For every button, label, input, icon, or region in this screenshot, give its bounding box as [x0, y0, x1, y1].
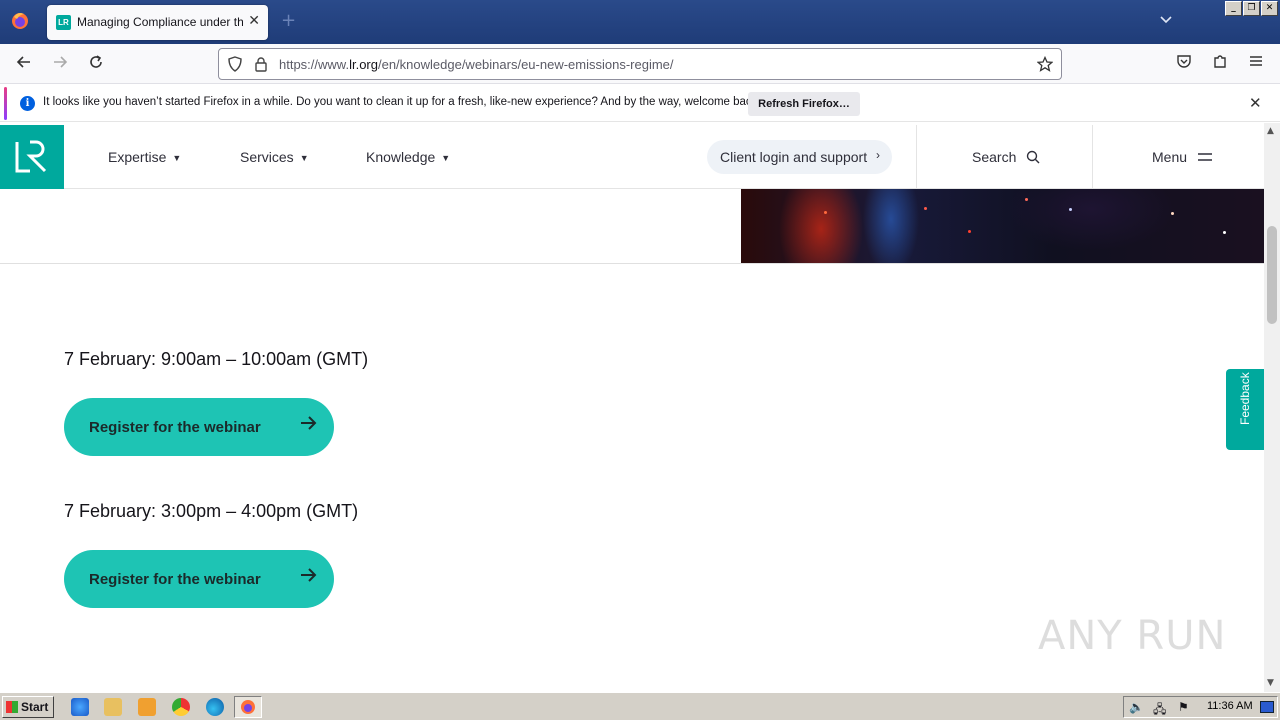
chevron-down-icon: ▼	[299, 153, 309, 163]
system-tray: 🔈 🖧 ⚑ 11:36 AM	[1123, 696, 1278, 718]
extensions-puzzle-icon[interactable]	[1209, 53, 1231, 75]
start-button[interactable]: Start	[2, 696, 54, 718]
file-explorer-icon[interactable]	[104, 698, 122, 716]
active-tab[interactable]: LR Managing Compliance under the EU New …	[47, 5, 268, 40]
feedback-tab[interactable]: Feedback	[1226, 369, 1264, 450]
menu-label: Menu	[1152, 149, 1188, 165]
nav-expertise[interactable]: Expertise ▼	[108, 149, 181, 165]
window-controls: _ ❐ ✕	[1225, 1, 1278, 16]
volume-icon[interactable]: 🔈	[1129, 700, 1144, 714]
header-divider	[1092, 125, 1093, 189]
scroll-up-icon[interactable]: ▲	[1267, 126, 1274, 136]
arrow-right-icon	[298, 413, 318, 439]
register-webinar-button[interactable]: Register for the webinar	[64, 550, 334, 608]
hero-band	[0, 189, 1264, 264]
show-desktop-icon[interactable]	[1260, 701, 1274, 713]
network-icon[interactable]: 🖧	[1153, 700, 1166, 720]
lr-logo[interactable]	[0, 125, 64, 189]
hero-spark	[824, 211, 827, 214]
notification-message: It looks like you haven’t started Firefo…	[43, 96, 761, 108]
firefox-taskbar-button[interactable]	[234, 696, 262, 718]
hero-spark	[1069, 208, 1072, 211]
tab-close-icon[interactable]: ✕	[248, 13, 260, 29]
url-bar[interactable]: https://www.lr.org/en/knowledge/webinars…	[218, 48, 1062, 80]
arrow-right-icon	[298, 565, 318, 591]
start-label: Start	[21, 700, 49, 714]
url-text[interactable]: https://www.lr.org/en/knowledge/webinars…	[279, 57, 674, 72]
feedback-label: Feedback	[1238, 372, 1252, 425]
action-center-flag-icon[interactable]: ⚑	[1178, 700, 1189, 714]
lock-icon[interactable]	[253, 56, 269, 72]
anyrun-watermark: ANY RUN	[1038, 613, 1227, 659]
scroll-down-icon[interactable]: ▼	[1267, 678, 1274, 688]
minimize-icon[interactable]: _	[1225, 1, 1242, 16]
url-domain: lr.org	[349, 57, 378, 72]
session-time: 7 February: 9:00am – 10:00am (GMT)	[64, 349, 369, 369]
tab-favicon-icon: LR	[56, 15, 71, 30]
client-login-button[interactable]: Client login and support ›	[707, 140, 892, 174]
url-path: /en/knowledge/webinars/eu-new-emissions-…	[377, 57, 674, 72]
notification-close-icon[interactable]: ✕	[1249, 94, 1262, 112]
bookmark-star-icon[interactable]	[1036, 55, 1054, 72]
media-player-icon[interactable]	[138, 698, 156, 716]
menu-link[interactable]: Menu	[1152, 149, 1213, 165]
back-arrow-icon[interactable]	[13, 53, 35, 75]
hero-spark	[1223, 231, 1226, 234]
list-all-tabs-chevron-down-icon[interactable]	[1159, 14, 1173, 28]
menu-lines-icon	[1197, 153, 1212, 161]
search-label: Search	[972, 149, 1017, 165]
hamburger-menu-icon[interactable]	[1245, 53, 1267, 75]
windows-flag-icon	[6, 701, 18, 713]
tab-title: Managing Compliance under the EU New Emi…	[77, 15, 243, 29]
register-webinar-button[interactable]: Register for the webinar	[64, 398, 334, 456]
browser-tab-bar: LR Managing Compliance under the EU New …	[0, 0, 1280, 44]
forward-arrow-icon[interactable]	[49, 53, 71, 75]
hero-spark	[1025, 198, 1028, 201]
notification-accent	[4, 87, 7, 120]
nav-expertise-label: Expertise	[108, 149, 167, 165]
internet-explorer-icon[interactable]	[71, 698, 89, 716]
chevron-right-icon: ›	[876, 148, 880, 162]
taskbar-clock: 11:36 AM	[1207, 700, 1253, 712]
windows-taskbar: Start 🔈 🖧 ⚑ 11:36 AM	[0, 692, 1280, 720]
nav-knowledge-label: Knowledge	[366, 149, 436, 165]
navigation-toolbar: https://www.lr.org/en/knowledge/webinars…	[0, 44, 1280, 84]
nav-services[interactable]: Services ▼	[240, 149, 309, 165]
client-login-label: Client login and support	[720, 149, 868, 165]
nav-services-label: Services	[240, 149, 294, 165]
close-window-icon[interactable]: ✕	[1261, 1, 1278, 16]
chrome-icon[interactable]	[172, 698, 190, 716]
hero-spark	[1171, 212, 1174, 215]
web-page: Expertise ▼ Services ▼ Knowledge ▼ Client l…	[0, 123, 1264, 692]
url-prefix: https://www.	[279, 57, 350, 72]
scrollbar-thumb[interactable]	[1267, 226, 1277, 324]
page-scrollbar[interactable]: ▲ ▼	[1264, 123, 1280, 692]
refresh-firefox-button[interactable]: Refresh Firefox…	[748, 92, 860, 116]
chevron-down-icon: ▼	[441, 153, 451, 163]
register-button-label: Register for the webinar	[89, 570, 261, 588]
firefox-menu-icon[interactable]	[8, 9, 32, 33]
firefox-icon	[241, 700, 255, 714]
firefox-notification-bar: i It looks like you haven’t started Fire…	[0, 85, 1280, 122]
header-divider	[916, 125, 917, 189]
pocket-icon[interactable]	[1173, 53, 1195, 75]
search-icon	[1027, 150, 1040, 164]
search-link[interactable]: Search	[972, 149, 1040, 165]
site-header: Expertise ▼ Services ▼ Knowledge ▼ Client l…	[0, 125, 1264, 189]
session-time: 7 February: 3:00pm – 4:00pm (GMT)	[64, 501, 359, 521]
hero-spark	[968, 230, 971, 233]
info-icon: i	[20, 96, 35, 111]
register-button-label: Register for the webinar	[89, 418, 261, 436]
reload-icon[interactable]	[85, 53, 107, 75]
edge-icon[interactable]	[206, 698, 224, 716]
new-tab-plus-icon[interactable]: +	[281, 11, 296, 31]
tracking-protection-shield-icon[interactable]	[227, 56, 243, 72]
restore-icon[interactable]: ❐	[1243, 1, 1260, 16]
nav-knowledge[interactable]: Knowledge ▼	[366, 149, 450, 165]
hero-image	[741, 189, 1264, 263]
chevron-down-icon: ▼	[172, 153, 182, 163]
hero-spark	[924, 207, 927, 210]
